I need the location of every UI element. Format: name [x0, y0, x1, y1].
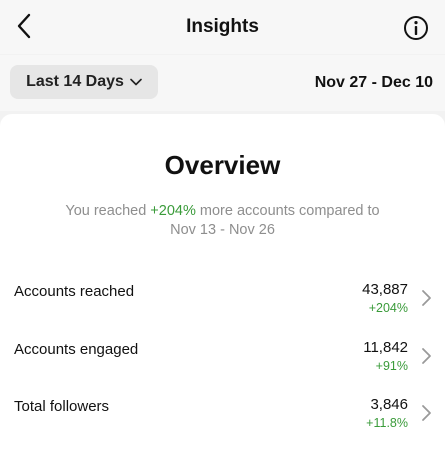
date-range-dropdown[interactable]: Last 14 Days	[10, 65, 158, 99]
chevron-down-icon	[130, 78, 142, 86]
metric-value: 11,842	[363, 339, 408, 356]
date-range-dropdown-label: Last 14 Days	[26, 73, 124, 90]
metric-value: 43,887	[362, 281, 408, 298]
chevron-right-icon	[422, 348, 431, 364]
chevron-right-icon	[422, 405, 431, 421]
top-nav-bar: Insights	[0, 0, 445, 54]
overview-title: Overview	[164, 150, 281, 180]
info-button[interactable]	[402, 14, 430, 42]
overview-summary: You reached +204% more accounts compared…	[40, 202, 405, 240]
page-title: Insights	[186, 16, 259, 37]
selected-date-range: Nov 27 - Dec 10	[314, 74, 433, 91]
metric-label: Total followers	[14, 398, 110, 415]
metric-change: +204%	[368, 301, 408, 315]
metric-label: Accounts engaged	[14, 341, 139, 358]
metric-row-total-followers[interactable]: Total followers 3,846 +11.8%	[0, 394, 445, 440]
metric-change: +11.8%	[366, 416, 408, 430]
summary-prefix: You reached	[65, 203, 151, 219]
metric-change: +91%	[375, 359, 408, 373]
info-icon	[404, 16, 428, 40]
summary-suffix: more accounts compared to	[195, 203, 380, 219]
summary-highlight: +204%	[150, 203, 196, 219]
filter-bar: Last 14 Days Nov 27 - Dec 10	[0, 55, 445, 111]
metric-row-accounts-engaged[interactable]: Accounts engaged 11,842 +91%	[0, 337, 445, 383]
metric-label: Accounts reached	[14, 283, 135, 300]
metric-value: 3,846	[370, 396, 408, 413]
summary-comparison-range: Nov 13 - Nov 26	[170, 222, 275, 238]
chevron-right-icon	[422, 290, 431, 306]
overview-card: Overview You reached +204% more accounts…	[0, 114, 445, 452]
metric-row-accounts-reached[interactable]: Accounts reached 43,887 +204%	[0, 279, 445, 325]
